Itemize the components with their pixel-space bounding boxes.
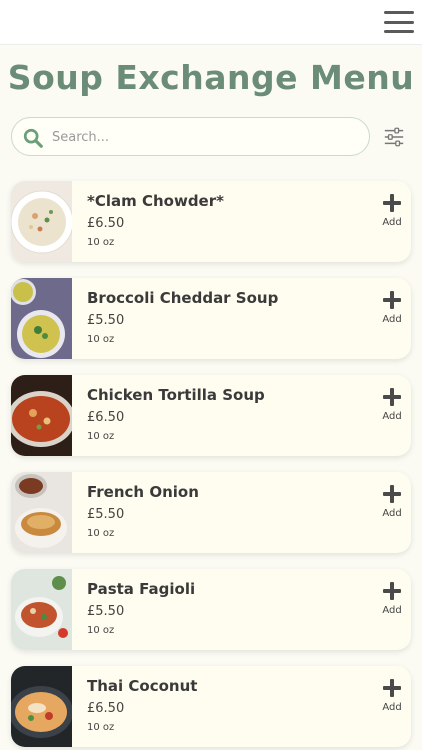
plus-icon (383, 194, 401, 212)
menu-item-card[interactable]: Chicken Tortilla Soup £6.50 10 oz Add (11, 375, 411, 456)
item-size: 10 oz (87, 528, 115, 539)
search-icon (23, 128, 43, 148)
add-label: Add (382, 702, 402, 713)
add-label: Add (382, 508, 402, 519)
top-bar (0, 0, 422, 45)
menu-item-card[interactable]: *Clam Chowder* £6.50 10 oz Add (11, 181, 411, 262)
menu-item-card[interactable]: Thai Coconut £6.50 10 oz Add (11, 666, 411, 747)
item-price: £5.50 (87, 313, 125, 328)
add-button[interactable]: Add (381, 582, 403, 622)
plus-icon (383, 291, 401, 309)
add-button[interactable]: Add (381, 679, 403, 719)
plus-icon (383, 388, 401, 406)
chicken-tortilla-soup-image (11, 375, 72, 456)
item-size: 10 oz (87, 334, 115, 345)
broccoli-cheddar-soup-image (11, 278, 72, 359)
add-button[interactable]: Add (381, 485, 403, 525)
menu-list: *Clam Chowder* £6.50 10 oz Add Broccoli … (11, 181, 411, 750)
add-button[interactable]: Add (381, 388, 403, 428)
menu-item-card[interactable]: Broccoli Cheddar Soup £5.50 10 oz Add (11, 278, 411, 359)
plus-icon (383, 582, 401, 600)
plus-icon (383, 679, 401, 697)
add-button[interactable]: Add (381, 194, 403, 234)
menu-item-card[interactable]: Pasta Fagioli £5.50 10 oz Add (11, 569, 411, 650)
search-input[interactable] (52, 124, 352, 150)
add-button[interactable]: Add (381, 291, 403, 331)
item-size: 10 oz (87, 625, 115, 636)
sliders-filter-icon[interactable] (383, 126, 405, 148)
item-price: £6.50 (87, 216, 125, 231)
add-label: Add (382, 605, 402, 616)
pasta-fagioli-image (11, 569, 72, 650)
hamburger-menu-icon[interactable] (384, 11, 414, 33)
item-price: £6.50 (87, 410, 125, 425)
item-size: 10 oz (87, 431, 115, 442)
item-name: Broccoli Cheddar Soup (87, 289, 279, 307)
plus-icon (383, 485, 401, 503)
clam-chowder-image (11, 181, 72, 262)
item-name: Pasta Fagioli (87, 580, 196, 598)
item-price: £6.50 (87, 701, 125, 716)
add-label: Add (382, 314, 402, 325)
item-name: Chicken Tortilla Soup (87, 386, 265, 404)
item-name: French Onion (87, 483, 199, 501)
menu-item-card[interactable]: French Onion £5.50 10 oz Add (11, 472, 411, 553)
item-name: Thai Coconut (87, 677, 198, 695)
item-size: 10 oz (87, 237, 115, 248)
item-price: £5.50 (87, 604, 125, 619)
item-size: 10 oz (87, 722, 115, 733)
item-price: £5.50 (87, 507, 125, 522)
thai-coconut-image (11, 666, 72, 747)
page-title: Soup Exchange Menu (7, 58, 415, 97)
add-label: Add (382, 217, 402, 228)
french-onion-image (11, 472, 72, 553)
search-bar[interactable] (11, 117, 370, 156)
item-name: *Clam Chowder* (87, 192, 224, 210)
add-label: Add (382, 411, 402, 422)
